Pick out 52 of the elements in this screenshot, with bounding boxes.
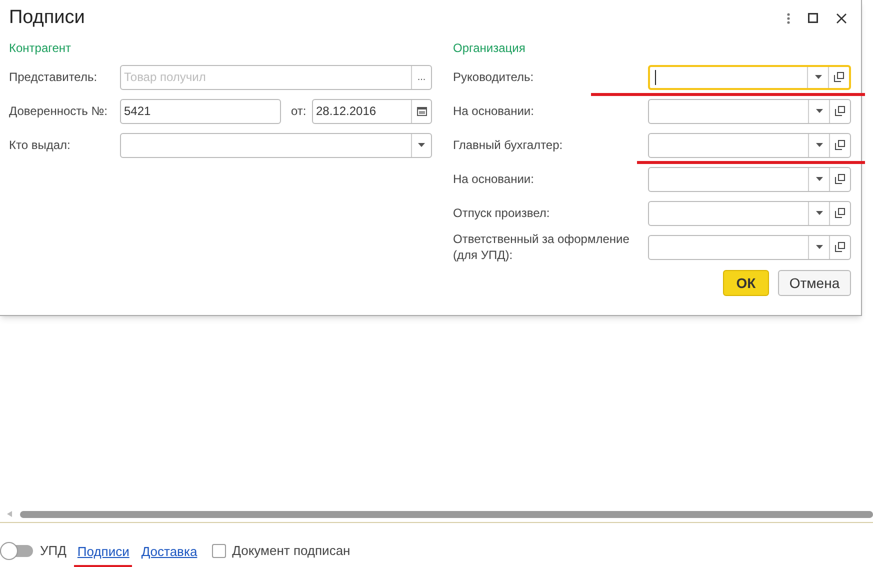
select-button[interactable]: ... bbox=[411, 66, 431, 88]
field-label: Руководитель: bbox=[453, 69, 535, 85]
issued-by-field[interactable] bbox=[120, 132, 432, 158]
window-title: Подписи bbox=[9, 6, 85, 30]
section-heading: Организация bbox=[453, 40, 526, 57]
link[interactable]: Доставка bbox=[138, 542, 200, 567]
section-heading: Контрагент bbox=[9, 40, 72, 57]
select-field[interactable] bbox=[648, 132, 851, 158]
cancel-button[interactable]: Отмена bbox=[778, 270, 851, 296]
caret-down-icon bbox=[418, 143, 425, 147]
caret-down-icon bbox=[814, 75, 822, 79]
caret-down-icon bbox=[816, 177, 822, 181]
field-label: На основании: bbox=[453, 171, 535, 187]
field-label: На основании: bbox=[453, 103, 535, 119]
representative-field[interactable]: Товар получил ... bbox=[120, 64, 432, 90]
toggle-label: УПД bbox=[40, 542, 66, 560]
link[interactable]: Подписи bbox=[74, 542, 132, 567]
field-label: Доверенность №: bbox=[9, 103, 108, 120]
more-icon[interactable] bbox=[787, 12, 790, 24]
maximize-icon[interactable] bbox=[808, 13, 818, 23]
select-field[interactable] bbox=[648, 166, 851, 192]
date-field[interactable]: 28.12.2016 bbox=[312, 98, 432, 124]
caret-down-icon bbox=[816, 143, 822, 147]
caret-down-icon bbox=[816, 211, 822, 215]
toggle-switch[interactable] bbox=[0, 545, 33, 557]
scrollbar-thumb[interactable] bbox=[20, 510, 873, 518]
ok-button[interactable]: ОК bbox=[723, 270, 769, 296]
select-field[interactable] bbox=[648, 64, 851, 90]
field-label: Главный бухгалтер: bbox=[453, 137, 564, 153]
open-icon[interactable] bbox=[835, 106, 845, 116]
open-icon[interactable] bbox=[835, 140, 845, 150]
select-field[interactable] bbox=[648, 98, 851, 124]
open-icon[interactable] bbox=[835, 242, 845, 252]
caret-down-icon bbox=[816, 109, 822, 113]
select-field[interactable] bbox=[648, 234, 851, 260]
checkbox-label: Документ подписан bbox=[232, 542, 350, 560]
open-icon[interactable] bbox=[835, 208, 845, 218]
field-label: Отпуск произвел: bbox=[453, 205, 551, 221]
open-icon[interactable] bbox=[835, 174, 845, 184]
field-label: Представитель: bbox=[9, 69, 98, 86]
checkbox[interactable] bbox=[212, 544, 226, 558]
field-label: Кто выдал: bbox=[9, 137, 72, 154]
field-label: Ответственный за оформление (для УПД): bbox=[453, 231, 630, 263]
calendar-icon[interactable] bbox=[416, 106, 426, 116]
close-icon[interactable] bbox=[836, 12, 847, 24]
select-field[interactable] bbox=[648, 200, 851, 226]
proxy-number-field[interactable]: 5421 bbox=[120, 98, 281, 124]
caret-down-icon bbox=[816, 245, 822, 249]
open-icon[interactable] bbox=[834, 72, 844, 82]
scroll-left-icon[interactable] bbox=[7, 511, 12, 517]
text-cursor bbox=[655, 70, 656, 84]
field-label: от: bbox=[291, 103, 308, 120]
